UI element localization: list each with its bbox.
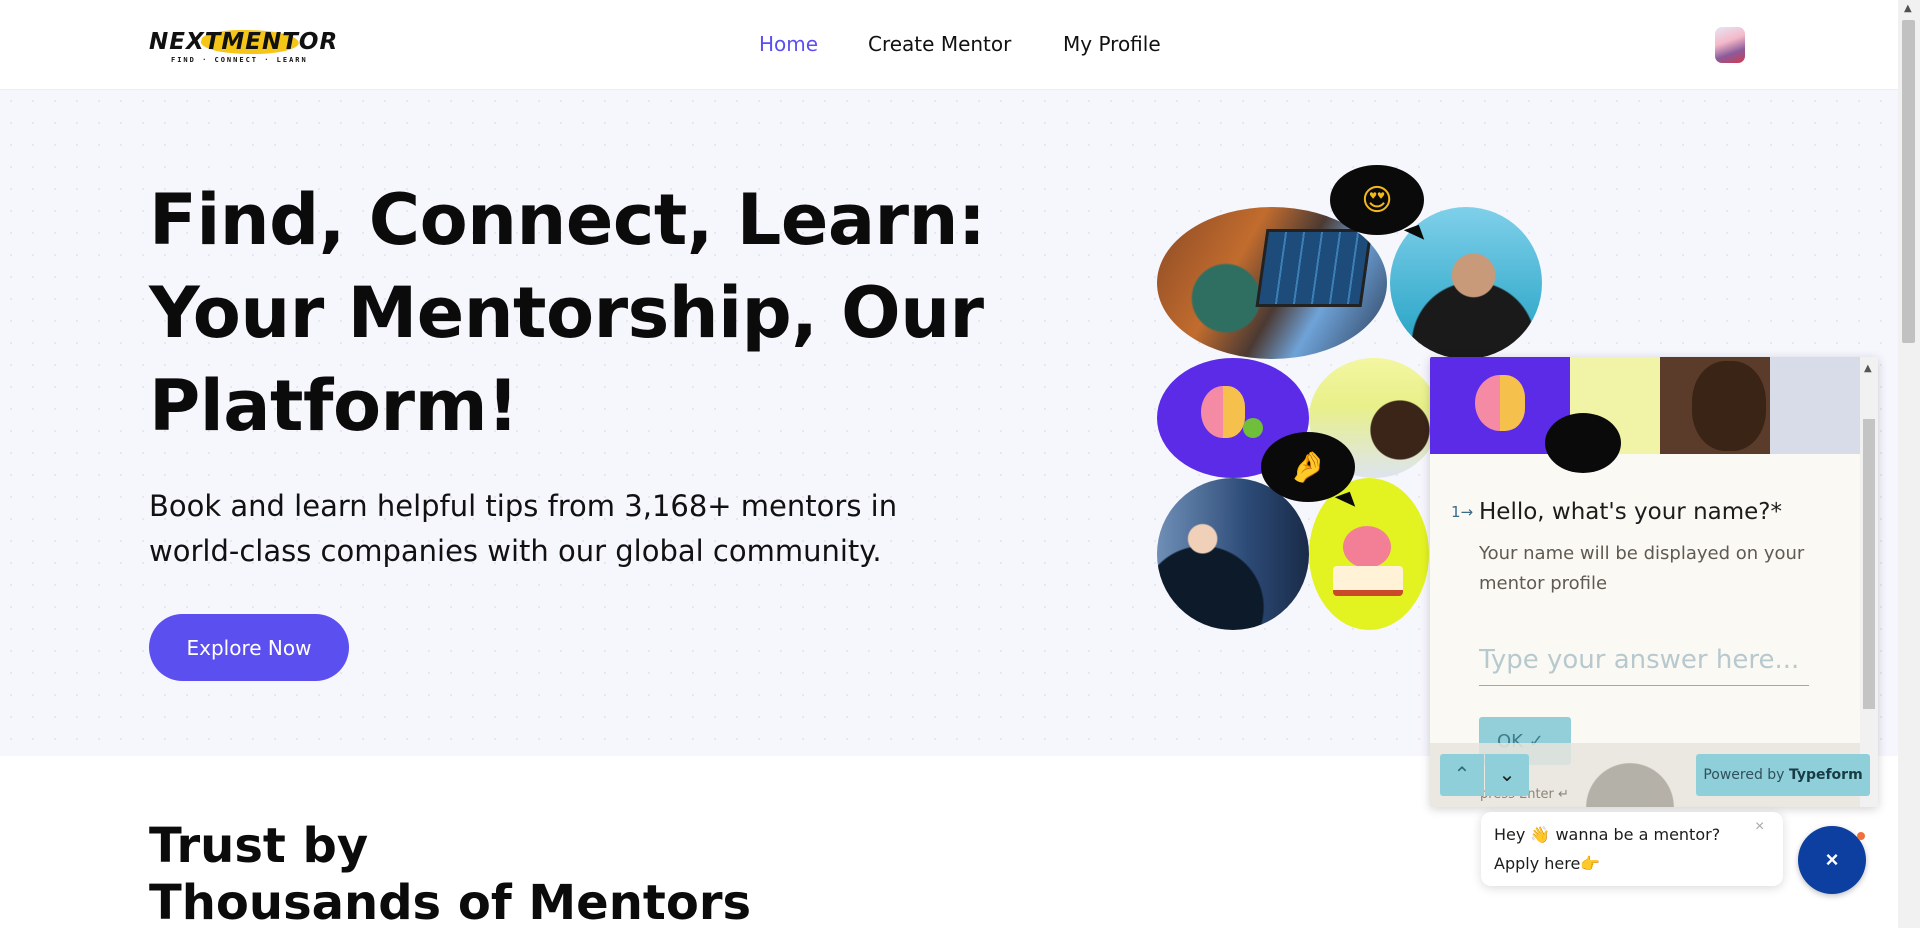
question-description: Your name will be displayed on your ment… — [1479, 543, 1805, 594]
chat-message: Hey 👋 wanna be a mentor? Apply here👉 — [1494, 820, 1744, 878]
site-header: NEXTMENTOR FIND · CONNECT · LEARN Home C… — [0, 0, 1898, 90]
question-number: 1→ — [1451, 503, 1474, 521]
trust-section-title: Trust by Thousands of Mentors — [149, 818, 949, 932]
typeform-popup: ▲ 1→ Hello, what's your name?* Your name… — [1430, 357, 1878, 807]
page-scrollbar[interactable]: ▲ — [1898, 0, 1920, 928]
explore-now-button[interactable]: Explore Now — [149, 614, 349, 681]
hero-subtitle: Book and learn helpful tips from 3,168+ … — [149, 489, 898, 568]
close-popup-fab-button[interactable]: × — [1798, 826, 1866, 894]
logo-tagline: FIND · CONNECT · LEARN — [171, 56, 308, 64]
nav-home[interactable]: Home — [759, 32, 818, 56]
page-scroll-thumb[interactable] — [1902, 20, 1915, 343]
brain-book-illustration — [1309, 478, 1429, 630]
logo-wordmark: NEXTMENTOR — [149, 29, 339, 55]
trust-title-line2: Thousands of Mentors — [149, 875, 752, 931]
brain-icon — [1201, 386, 1245, 438]
gear-icon — [1243, 418, 1263, 438]
chat-close-icon[interactable]: × — [1755, 818, 1764, 836]
name-answer-input[interactable] — [1479, 635, 1809, 686]
next-question-chevron-down-icon[interactable]: ⌄ — [1485, 754, 1529, 796]
nav-my-profile[interactable]: My Profile — [1063, 32, 1161, 56]
teacher-presenting-image — [1157, 478, 1309, 630]
chat-message-line2: Apply here👉 — [1494, 854, 1601, 873]
user-avatar[interactable] — [1715, 27, 1745, 63]
question-title: Hello, what's your name?* — [1479, 499, 1782, 525]
powered-by-label: Powered by — [1703, 767, 1785, 783]
nav-create-mentor[interactable]: Create Mentor — [868, 32, 1011, 56]
heart-eyes-emoji-bubble: 😍 — [1330, 165, 1424, 235]
typeform-scrollbar[interactable]: ▲ — [1860, 357, 1878, 807]
typeform-brand: Typeform — [1788, 767, 1863, 783]
nextmentor-logo[interactable]: NEXTMENTOR FIND · CONNECT · LEARN — [149, 26, 337, 66]
pinched-fingers-emoji-bubble: 🤌 — [1261, 432, 1355, 502]
plant-decoration — [1570, 717, 1690, 807]
brain-icon — [1343, 526, 1391, 568]
woman-face-image — [1692, 361, 1766, 451]
scroll-up-arrow-icon[interactable]: ▲ — [1864, 363, 1872, 374]
chat-prompt-bubble[interactable]: Hey 👋 wanna be a mentor? Apply here👉 × — [1481, 812, 1783, 886]
powered-by-typeform-button[interactable]: Powered by Typeform — [1696, 754, 1870, 796]
typeform-header-image — [1430, 357, 1860, 473]
typeform-scroll-thumb[interactable] — [1863, 419, 1875, 709]
notification-dot — [1857, 832, 1865, 840]
laptop-screen — [1255, 229, 1373, 307]
hero-title: Find, Connect, Learn: Your Mentorship, O… — [149, 179, 986, 447]
trust-title-line1: Trust by — [149, 818, 369, 874]
previous-question-chevron-up-icon[interactable]: ⌃ — [1440, 754, 1484, 796]
book-icon — [1333, 566, 1403, 596]
page-scroll-up-arrow-icon[interactable]: ▲ — [1904, 3, 1912, 14]
emoji-bubble — [1545, 413, 1621, 473]
brain-icon — [1475, 375, 1525, 431]
chat-message-line1: Hey 👋 wanna be a mentor? — [1494, 825, 1721, 844]
